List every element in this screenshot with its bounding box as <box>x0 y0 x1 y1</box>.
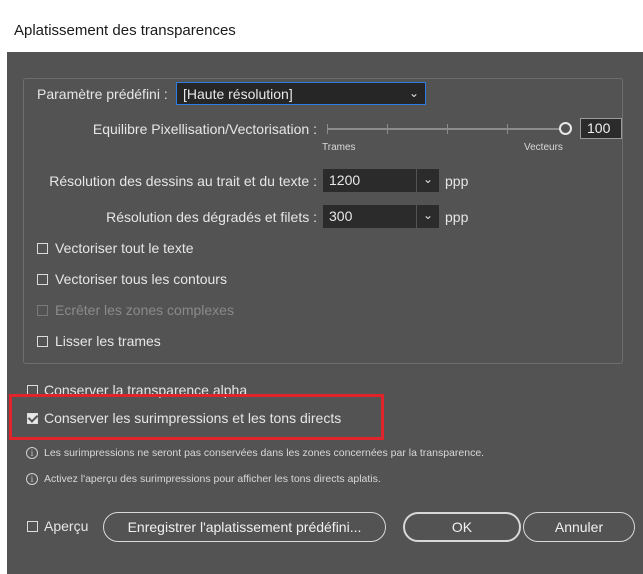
gradient-unit: ppp <box>445 209 469 225</box>
line-art-resolution-dropdown[interactable]: ⌄ <box>417 169 439 192</box>
gradient-resolution-dropdown[interactable]: ⌄ <box>417 205 439 228</box>
gradient-resolution-label: Résolution des dégradés et filets : <box>106 209 317 225</box>
line-art-unit: ppp <box>445 173 469 189</box>
line-art-resolution-label: Résolution des dessins au trait et du te… <box>49 173 317 189</box>
ok-button[interactable]: OK <box>403 512 521 542</box>
balance-value-field[interactable]: 100 <box>580 118 622 139</box>
gradient-resolution-input[interactable]: 300 <box>323 205 416 228</box>
chevron-down-icon: ⌄ <box>422 208 433 222</box>
preset-label: Paramètre prédéfini : <box>37 86 168 102</box>
preview-label[interactable]: Aperçu <box>44 518 88 534</box>
line-art-resolution-input[interactable]: 1200 <box>323 169 416 192</box>
chevron-down-icon: ⌄ <box>408 86 419 100</box>
info-icon: i <box>26 473 38 485</box>
save-preset-button[interactable]: Enregistrer l'aplatissement prédéfini... <box>103 512 386 542</box>
vectorize-strokes-checkbox[interactable] <box>37 274 48 285</box>
info-text-preview: Activez l'aperçu des surimpressions pour… <box>44 473 381 485</box>
vectorize-strokes-label[interactable]: Vectoriser tous les contours <box>55 271 227 287</box>
slider-tick <box>507 124 508 134</box>
chevron-down-icon: ⌄ <box>422 172 433 186</box>
balance-label: Equilibre Pixellisation/Vectorisation : <box>92 121 317 137</box>
line-art-resolution-value: 1200 <box>329 172 361 188</box>
balance-slider-track[interactable] <box>327 124 567 134</box>
vectorize-text-checkbox[interactable] <box>37 243 48 254</box>
slider-tick <box>387 124 388 134</box>
clip-complex-regions-label: Ecrêter les zones complexes <box>55 302 234 318</box>
preset-value: [Haute résolution] <box>183 86 293 102</box>
preset-select[interactable]: [Haute résolution] ⌄ <box>176 82 426 105</box>
info-icon: i <box>26 447 38 459</box>
slider-tick <box>447 124 448 134</box>
cancel-button[interactable]: Annuler <box>523 512 635 542</box>
balance-slider-handle[interactable] <box>559 122 572 135</box>
preview-checkbox[interactable] <box>27 521 38 532</box>
anti-alias-rasters-label[interactable]: Lisser les trames <box>55 333 161 349</box>
slider-right-label: Vecteurs <box>524 142 563 153</box>
highlight-box <box>9 394 384 440</box>
info-text-overprint: Les surimpressions ne seront pas conserv… <box>44 447 485 459</box>
slider-tick <box>327 124 328 134</box>
slider-left-label: Trames <box>322 142 356 153</box>
anti-alias-rasters-checkbox[interactable] <box>37 336 48 347</box>
gradient-resolution-value: 300 <box>329 208 353 224</box>
vectorize-text-label[interactable]: Vectoriser tout le texte <box>55 240 194 256</box>
dialog-title: Aplatissement des transparences <box>14 22 236 39</box>
clip-complex-regions-checkbox <box>37 305 48 316</box>
